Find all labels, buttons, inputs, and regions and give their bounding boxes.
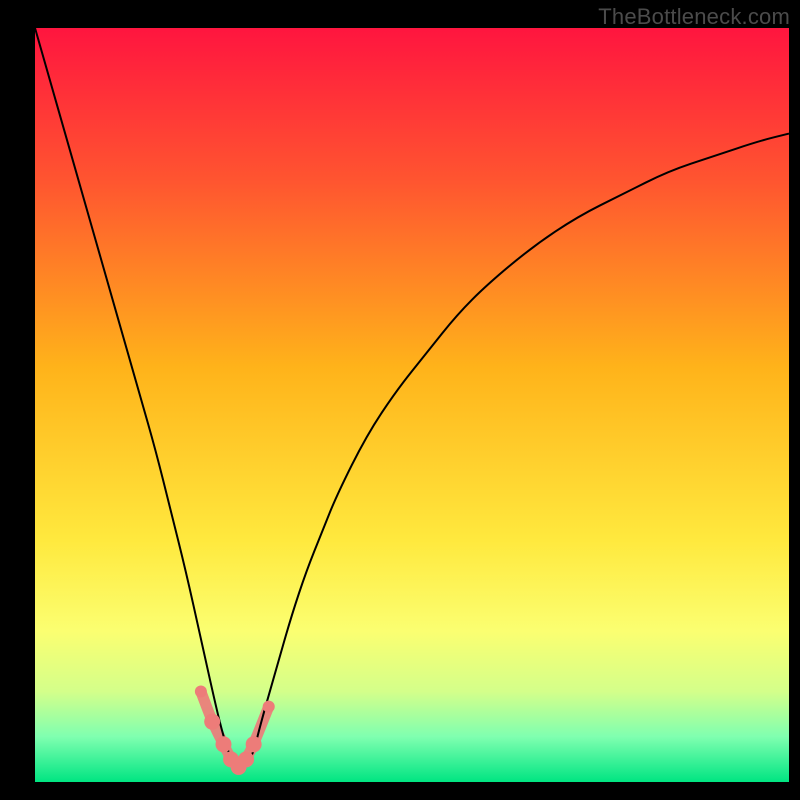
marker-dot [246,736,262,752]
marker-dot [216,736,232,752]
marker-dot [263,701,275,713]
marker-dot [204,714,220,730]
plot-background [35,28,789,782]
bottleneck-chart [0,0,800,800]
marker-dot [195,686,207,698]
watermark-text: TheBottleneck.com [598,4,790,30]
marker-dot [238,751,254,767]
chart-frame: TheBottleneck.com [0,0,800,800]
